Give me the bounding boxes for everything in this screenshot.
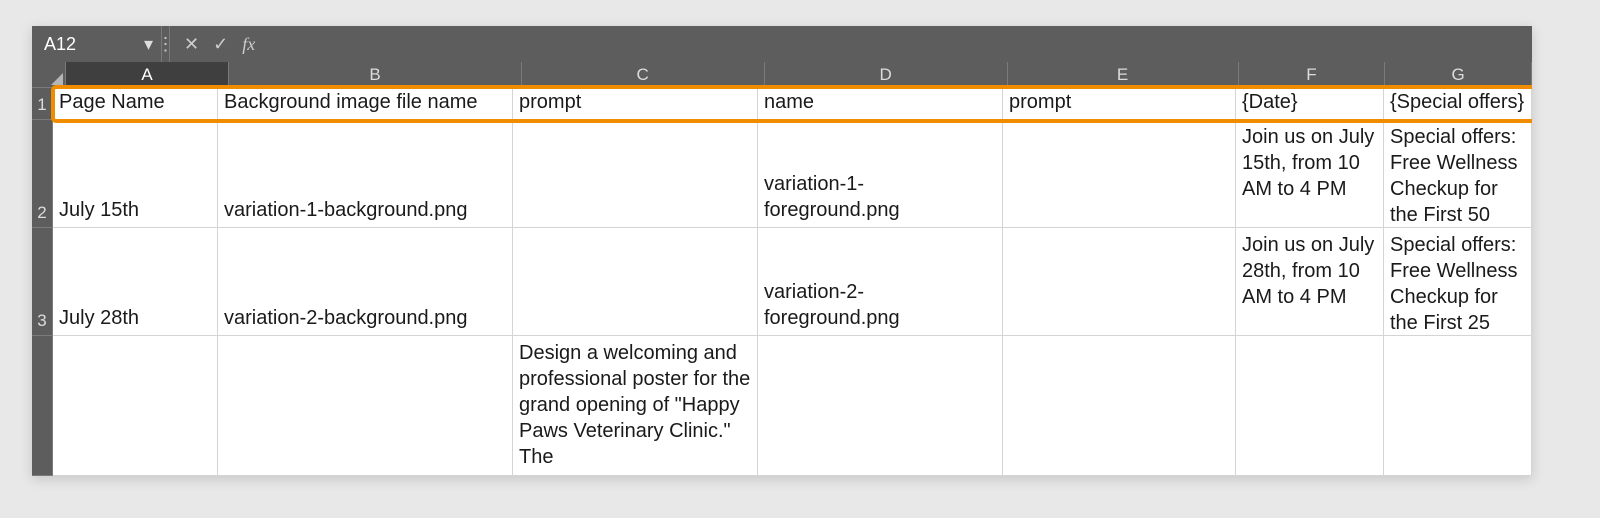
cell-C2[interactable]: [513, 120, 758, 227]
table-row: Design a welcoming and professional post…: [53, 336, 1532, 476]
cell-E1[interactable]: Foreground image prompt: [1003, 88, 1236, 119]
table-row: July 28th variation-2-background.png var…: [53, 228, 1532, 336]
column-header-B[interactable]: B: [229, 62, 521, 88]
table-row: July 15th variation-1-background.png var…: [53, 120, 1532, 228]
column-header-E[interactable]: E: [1008, 62, 1239, 88]
column-header-D[interactable]: D: [765, 62, 1008, 88]
grid-body: 1 2 3 Page Name Background image file na…: [32, 88, 1532, 476]
cell-F3[interactable]: Join us on July 28th, from 10 AM to 4 PM: [1236, 228, 1384, 335]
cell-F2[interactable]: Join us on July 15th, from 10 AM to 4 PM: [1236, 120, 1384, 227]
spreadsheet-view: A12 ▾ ⋮ ✕ ✓ fx A B C D E F G 1 2 3: [32, 26, 1532, 476]
table-row: Page Name Background image file name Bac…: [53, 88, 1532, 120]
cancel-icon[interactable]: ✕: [184, 34, 199, 55]
cell-A3[interactable]: July 28th: [53, 228, 218, 335]
formula-buttons: ✕ ✓ fx: [170, 26, 269, 62]
cell-C1[interactable]: Background image prompt: [513, 88, 758, 119]
column-header-G[interactable]: G: [1385, 62, 1532, 88]
cell-B2[interactable]: variation-1-background.png: [218, 120, 513, 227]
cell-A1[interactable]: Page Name: [53, 88, 218, 119]
cell-D1[interactable]: Foreground image file name: [758, 88, 1003, 119]
cell-C4[interactable]: Design a welcoming and professional post…: [513, 336, 758, 475]
column-header-C[interactable]: C: [522, 62, 765, 88]
cell-C3[interactable]: [513, 228, 758, 335]
cell-G4[interactable]: [1384, 336, 1532, 475]
cell-D2[interactable]: variation-1-foreground.png: [758, 120, 1003, 227]
cell-D4[interactable]: [758, 336, 1003, 475]
formula-input[interactable]: [269, 26, 1532, 62]
column-header-A[interactable]: A: [66, 62, 230, 88]
cell-G1[interactable]: {Special offers}: [1384, 88, 1532, 119]
row-header-3[interactable]: 3: [32, 228, 53, 336]
select-all-corner[interactable]: [32, 62, 66, 88]
name-box[interactable]: A12 ▾: [32, 26, 162, 62]
column-header-row: A B C D E F G: [32, 62, 1532, 88]
row-header-2[interactable]: 2: [32, 120, 53, 228]
name-box-value: A12: [44, 34, 76, 55]
cell-D3[interactable]: variation-2-foreground.png: [758, 228, 1003, 335]
row-header-4[interactable]: [32, 336, 53, 476]
cell-F4[interactable]: [1236, 336, 1384, 475]
cell-A4[interactable]: [53, 336, 218, 475]
cell-E2[interactable]: [1003, 120, 1236, 227]
cell-A2[interactable]: July 15th: [53, 120, 218, 227]
cell-B1[interactable]: Background image file name: [218, 88, 513, 119]
row-header-1[interactable]: 1: [32, 88, 53, 120]
cell-E3[interactable]: [1003, 228, 1236, 335]
cell-B3[interactable]: variation-2-background.png: [218, 228, 513, 335]
cell-G3[interactable]: Special offers: Free Wellness Checkup fo…: [1384, 228, 1532, 335]
accept-icon[interactable]: ✓: [213, 34, 228, 55]
row-header-column: 1 2 3: [32, 88, 53, 476]
cell-grid: Page Name Background image file name Bac…: [53, 88, 1532, 476]
cell-G2[interactable]: Special offers: Free Wellness Checkup fo…: [1384, 120, 1532, 227]
column-header-F[interactable]: F: [1239, 62, 1386, 88]
divider: ⋮: [162, 26, 170, 62]
cell-F1[interactable]: {Date}: [1236, 88, 1384, 119]
fx-icon[interactable]: fx: [242, 34, 255, 55]
name-formula-bar: A12 ▾ ⋮ ✕ ✓ fx: [32, 26, 1532, 62]
chevron-down-icon[interactable]: ▾: [144, 34, 153, 55]
cell-E4[interactable]: [1003, 336, 1236, 475]
cell-B4[interactable]: [218, 336, 513, 475]
